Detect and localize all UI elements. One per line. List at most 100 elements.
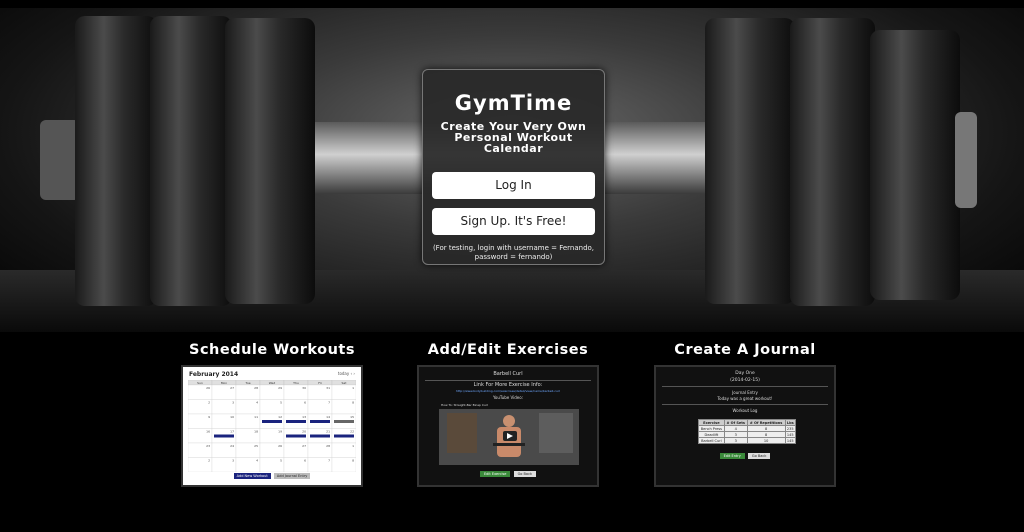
calendar-date-number: 10: [230, 415, 234, 419]
calendar-date-number: 9: [208, 415, 210, 419]
go-back-button: Go Back: [513, 471, 537, 477]
feature-schedule-workouts: Schedule Workouts February 2014 today ‹ …: [181, 342, 363, 487]
calendar-date-number: 30: [302, 386, 306, 390]
edit-entry-button: Edit Entry: [719, 453, 745, 459]
divider: [662, 386, 828, 387]
calendar-date-number: 18: [254, 430, 258, 434]
calendar-date-number: 2: [208, 459, 210, 463]
calendar-nav: today ‹ ›: [337, 371, 355, 376]
exercise-title: Barbell Curl: [493, 371, 523, 377]
edit-exercise-button: Edit Exercise: [479, 471, 511, 477]
workout-log-table: Exercise # Of Sets # Of Repetitions Lbs …: [698, 419, 797, 444]
youtube-video: How To: Straight-Bar Bicep Curl: [439, 403, 579, 465]
calendar-grid: Sun Mon Tue Wed Thu Fri Sat26 27 28 29 30 31 12 3 4 5 6 7…: [188, 380, 356, 472]
calendar-day-label: Fri: [318, 381, 322, 385]
calendar-date-number: 7: [328, 401, 330, 405]
calendar-event: [214, 434, 234, 438]
calendar-date-number: 2: [208, 401, 210, 405]
calendar-date-number: 8: [352, 459, 354, 463]
calendar-date-number: 21: [326, 430, 330, 434]
brand-title: GymTime: [454, 91, 573, 115]
table-cell: 10: [746, 437, 786, 444]
calendar-date-number: 28: [254, 386, 258, 390]
welcome-card: GymTime Create Your Very Own Personal Wo…: [422, 69, 605, 265]
signup-button[interactable]: Sign Up. It's Free!: [432, 208, 595, 235]
calendar-date-number: 8: [352, 401, 354, 405]
journal-buttons: Edit Entry Go Back: [656, 453, 834, 459]
calendar-day-label: Sat: [342, 381, 348, 385]
calendar-date-number: 6: [304, 401, 306, 405]
calendar-date-number: 25: [254, 444, 258, 448]
divider: [662, 404, 828, 405]
feature-title: Add/Edit Exercises: [427, 342, 589, 358]
calendar-date-number: 26: [206, 386, 210, 390]
go-back-button: Go Back: [747, 453, 771, 459]
exercise-buttons: Edit Exercise Go Back: [419, 471, 597, 477]
calendar-day-label: Wed: [269, 381, 276, 385]
feature-edit-exercises: Add/Edit Exercises Barbell Curl Link For…: [417, 342, 599, 487]
add-journal-button: Add Journal Entry: [273, 473, 311, 479]
tagline: Create Your Very Own Personal Workout Ca…: [440, 120, 587, 155]
calendar-date-number: 14: [326, 415, 330, 419]
calendar-date-number: 4: [256, 401, 258, 405]
journal-title: Day One: [735, 371, 755, 376]
calendar-event: [310, 434, 330, 438]
calendar-date-number: 31: [326, 386, 330, 390]
calendar-date-number: 1: [352, 444, 354, 448]
journal-entry-label: Journal Entry: [732, 390, 758, 395]
calendar-date-number: 3: [232, 401, 234, 405]
calendar-day-label: Thu: [292, 381, 299, 385]
calendar-date-number: 3: [232, 459, 234, 463]
table-cell: 3: [723, 437, 748, 444]
calendar-date-number: 12: [278, 415, 282, 419]
calendar-date-number: 15: [350, 415, 354, 419]
feature-title: Schedule Workouts: [189, 342, 355, 358]
calendar-date-number: 4: [256, 459, 258, 463]
table-cell: 145: [784, 437, 797, 444]
calendar-event: [310, 420, 330, 423]
table-row: Barbell Curl 3 10 145: [698, 437, 797, 444]
feature-title: Create A Journal: [674, 342, 816, 358]
calendar-date-number: 23: [206, 444, 210, 448]
exercise-info-link: http://www.bodybuilding.com/exercises/de…: [456, 389, 560, 393]
video-caption: How To: Straight-Bar Bicep Curl: [441, 403, 488, 407]
calendar-date-number: 19: [278, 430, 282, 434]
test-login-hint: (For testing, login with username = Fern…: [432, 244, 595, 261]
calendar-date-number: 27: [230, 386, 234, 390]
add-workout-button: Add New Workout: [233, 473, 271, 479]
calendar-date-number: 22: [350, 430, 354, 434]
calendar-day-label: Sun: [197, 381, 203, 385]
calendar-buttons: Add New Workout Add Journal Entry: [183, 473, 361, 479]
calendar-date-number: 13: [302, 415, 306, 419]
journal-date: (2014-02-15): [730, 378, 760, 383]
calendar-date-number: 29: [278, 386, 282, 390]
journal-entry-text: Today was a great workout!: [717, 396, 773, 401]
exercise-preview-image: Barbell Curl Link For More Exercise Info…: [417, 365, 599, 487]
feature-create-journal: Create A Journal Day One (2014-02-15) Jo…: [654, 342, 836, 487]
calendar-date-number: 20: [302, 430, 306, 434]
calendar-day-label: Tue: [244, 381, 250, 385]
calendar-event: [286, 434, 306, 438]
calendar-day-label: Mon: [221, 381, 227, 385]
login-button[interactable]: Log In: [432, 172, 595, 199]
calendar-date-number: 7: [328, 459, 330, 463]
calendar-date-number: 5: [280, 401, 282, 405]
calendar-event: [334, 434, 354, 438]
calendar-date-number: 17: [230, 430, 234, 434]
calendar-preview-image: February 2014 today ‹ › Sun Mon Tue Wed Thu F…: [181, 365, 363, 487]
calendar-event: [262, 420, 282, 423]
calendar-date-number: 16: [206, 430, 210, 434]
calendar-event: [334, 420, 354, 423]
calendar-date-number: 6: [304, 459, 306, 463]
calendar-date-number: 5: [280, 459, 282, 463]
calendar-date-number: 24: [230, 444, 234, 448]
calendar-date-number: 28: [326, 444, 330, 448]
calendar-event: [286, 420, 306, 423]
divider: [425, 380, 591, 381]
calendar-date-number: 1: [352, 386, 354, 390]
exercise-info-label: Link For More Exercise Info:: [473, 382, 543, 388]
calendar-month: February 2014: [189, 371, 239, 378]
calendar-date-number: 26: [278, 444, 282, 448]
journal-preview-image: Day One (2014-02-15) Journal Entry Today…: [654, 365, 836, 487]
hero-background: GymTime Create Your Very Own Personal Wo…: [0, 0, 1024, 332]
